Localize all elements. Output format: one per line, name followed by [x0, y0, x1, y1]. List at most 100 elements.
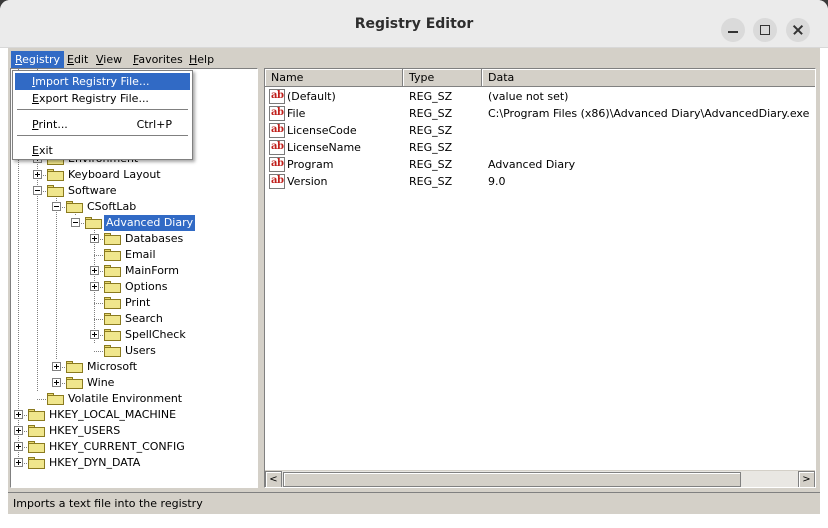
- minimize-icon: [728, 31, 738, 33]
- menu-item-import-registry-file[interactable]: Import Registry File...: [15, 73, 190, 90]
- tree-node-print[interactable]: Print: [11, 295, 257, 311]
- tree-node-email[interactable]: Email: [11, 247, 257, 263]
- tree-node-search[interactable]: Search: [11, 311, 257, 327]
- value-name: LicenseName: [287, 141, 361, 154]
- expand-icon[interactable]: [33, 170, 42, 179]
- folder-icon: [47, 393, 64, 405]
- collapse-icon[interactable]: [52, 202, 61, 211]
- value-name: File: [287, 107, 306, 120]
- tree-node-hkey-dyn-data[interactable]: HKEY_DYN_DATA: [11, 455, 257, 471]
- expand-icon[interactable]: [14, 442, 23, 451]
- tree-node-label: CSoftLab: [87, 200, 137, 213]
- value-row-licensename[interactable]: ab LicenseName REG_SZ: [265, 139, 815, 156]
- tree-node-hkey-users[interactable]: HKEY_USERS: [11, 423, 257, 439]
- tree-node-label: HKEY_CURRENT_CONFIG: [49, 440, 185, 453]
- value-row-version[interactable]: ab Version REG_SZ 9.0: [265, 173, 815, 190]
- tree-node-hkey-current-config[interactable]: HKEY_CURRENT_CONFIG: [11, 439, 257, 455]
- menu-registry[interactable]: Registry: [11, 51, 65, 69]
- scroll-track[interactable]: [282, 471, 798, 487]
- menu-edit[interactable]: Edit: [63, 51, 92, 69]
- value-type: REG_SZ: [409, 175, 453, 188]
- folder-icon: [104, 233, 121, 245]
- menu-favorites[interactable]: Favorites: [129, 51, 187, 69]
- tree-node-options[interactable]: Options: [11, 279, 257, 295]
- tree-node-mainform[interactable]: MainForm: [11, 263, 257, 279]
- tree-node-spellcheck[interactable]: SpellCheck: [11, 327, 257, 343]
- tree-node-label: Keyboard Layout: [68, 168, 161, 181]
- scroll-right-button[interactable]: >: [798, 471, 815, 487]
- close-button[interactable]: [786, 18, 810, 42]
- value-row-default[interactable]: ab (Default) REG_SZ (value not set): [265, 88, 815, 105]
- tree-node-hkey-local-machine[interactable]: HKEY_LOCAL_MACHINE: [11, 407, 257, 423]
- column-header-type[interactable]: Type: [403, 69, 482, 87]
- menu-separator: [17, 109, 188, 111]
- tree-node-label: HKEY_LOCAL_MACHINE: [49, 408, 177, 421]
- menu-item-label: Export Registry File...: [32, 92, 149, 105]
- title-bar[interactable]: Registry Editor: [0, 0, 828, 48]
- tree-node-label: Microsoft: [87, 360, 138, 373]
- tree-node-label: Options: [125, 280, 168, 293]
- minimize-button[interactable]: [721, 18, 745, 42]
- folder-icon: [47, 185, 64, 197]
- maximize-button[interactable]: [753, 18, 777, 42]
- tree-node-label: SpellCheck: [125, 328, 186, 341]
- scroll-left-button[interactable]: <: [265, 471, 282, 487]
- string-value-icon: ab: [269, 174, 285, 189]
- string-value-icon: ab: [269, 89, 285, 104]
- expand-icon[interactable]: [52, 378, 61, 387]
- folder-icon: [104, 329, 121, 341]
- menu-item-exit[interactable]: Exit: [15, 142, 190, 159]
- menu-item-print[interactable]: Print... Ctrl+P: [15, 116, 190, 133]
- expand-icon[interactable]: [90, 266, 99, 275]
- expand-icon[interactable]: [90, 330, 99, 339]
- value-name: (Default): [287, 90, 336, 103]
- value-row-program[interactable]: ab Program REG_SZ Advanced Diary: [265, 156, 815, 173]
- status-bar: Imports a text file into the registry: [8, 492, 820, 514]
- tree-node-volatile-environment[interactable]: Volatile Environment: [11, 391, 257, 407]
- tree-node-label: HKEY_USERS: [49, 424, 121, 437]
- expand-icon[interactable]: [52, 362, 61, 371]
- expand-icon[interactable]: [14, 410, 23, 419]
- tree-node-wine[interactable]: Wine: [11, 375, 257, 391]
- expand-icon[interactable]: [14, 458, 23, 467]
- tree-node-label: Users: [125, 344, 156, 357]
- tree-node-software[interactable]: Software: [11, 183, 257, 199]
- expand-icon[interactable]: [90, 234, 99, 243]
- menu-item-label: Import Registry File...: [32, 75, 150, 88]
- maximize-icon: [760, 25, 770, 35]
- tree-node-users[interactable]: Users: [11, 343, 257, 359]
- value-row-file[interactable]: ab File REG_SZ C:\Program Files (x86)\Advan…: [265, 105, 815, 122]
- tree-node-advanced-diary[interactable]: Advanced Diary: [11, 215, 257, 231]
- column-header-data[interactable]: Data: [482, 69, 815, 87]
- value-data: 9.0: [488, 175, 506, 188]
- expand-icon[interactable]: [90, 282, 99, 291]
- folder-icon: [28, 425, 45, 437]
- folder-icon: [28, 457, 45, 469]
- string-value-icon: ab: [269, 106, 285, 121]
- expand-icon[interactable]: [14, 426, 23, 435]
- tree-node-keyboard-layout[interactable]: Keyboard Layout: [11, 167, 257, 183]
- collapse-icon[interactable]: [33, 186, 42, 195]
- collapse-icon[interactable]: [71, 218, 80, 227]
- menu-item-shortcut: Ctrl+P: [136, 118, 172, 131]
- values-list[interactable]: Name Type Data ab (Default) REG_SZ (value n…: [264, 68, 816, 488]
- value-row-licensecode[interactable]: ab LicenseCode REG_SZ: [265, 122, 815, 139]
- registry-menu-dropdown: Import Registry File... Export Registry F…: [12, 70, 193, 160]
- tree-node-label: MainForm: [125, 264, 179, 277]
- horizontal-scrollbar[interactable]: < >: [265, 470, 815, 487]
- menu-view[interactable]: View: [92, 51, 126, 69]
- value-name: Program: [287, 158, 334, 171]
- scroll-thumb[interactable]: [283, 472, 741, 487]
- tree-node-label: Print: [125, 296, 151, 309]
- folder-icon: [85, 217, 102, 229]
- folder-icon: [104, 281, 121, 293]
- menu-help[interactable]: Help: [185, 51, 218, 69]
- menu-item-export-registry-file[interactable]: Export Registry File...: [15, 90, 190, 107]
- tree-node-csoftlab[interactable]: CSoftLab: [11, 199, 257, 215]
- column-header-name[interactable]: Name: [265, 69, 403, 87]
- tree-node-microsoft[interactable]: Microsoft: [11, 359, 257, 375]
- tree-node-databases[interactable]: Databases: [11, 231, 257, 247]
- folder-icon: [104, 297, 121, 309]
- string-value-icon: ab: [269, 140, 285, 155]
- value-data: C:\Program Files (x86)\Advanced Diary\Ad…: [488, 107, 810, 120]
